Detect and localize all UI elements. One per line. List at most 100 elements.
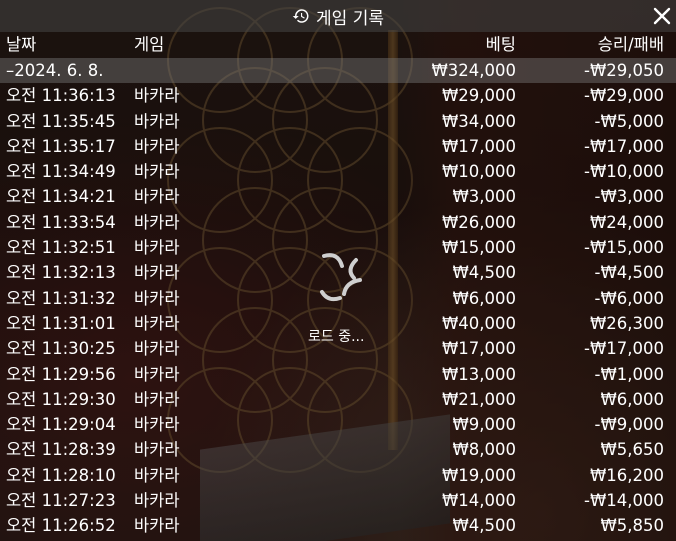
row-time: 오전 11:33:54 xyxy=(6,212,116,232)
page-title: 게임 기록 xyxy=(316,8,384,29)
table-row[interactable]: 오전 11:29:30 바카라 ₩21,000 ₩6,000 xyxy=(0,387,676,412)
row-time: 오전 11:26:52 xyxy=(6,516,116,536)
row-result: -₩3,000 xyxy=(594,187,664,207)
game-history-screen: 게임 기록 날짜 게임 베팅 승리/패배 –2024. 6. 8. ₩324,0… xyxy=(0,0,676,541)
date-group-bet-total: ₩324,000 xyxy=(431,61,516,80)
row-bet: ₩15,000 xyxy=(441,238,516,258)
row-time: 오전 11:32:51 xyxy=(6,238,116,258)
row-result: -₩15,000 xyxy=(583,238,664,258)
row-time: 오전 11:32:13 xyxy=(6,263,116,283)
column-header-result: 승리/패배 xyxy=(597,35,664,54)
row-time: 오전 11:29:04 xyxy=(6,415,116,435)
table-header-row: 날짜 게임 베팅 승리/패배 xyxy=(0,32,676,58)
row-game: 바카라 xyxy=(134,111,180,131)
row-result: -₩1,000 xyxy=(594,364,664,384)
row-result: -₩29,000 xyxy=(583,86,664,106)
row-bet: ₩9,000 xyxy=(452,415,516,435)
table-row[interactable]: 오전 11:33:54 바카라 ₩26,000 ₩24,000 xyxy=(0,210,676,235)
row-bet: ₩34,000 xyxy=(441,111,516,131)
row-result: -₩5,000 xyxy=(594,111,664,131)
table-row[interactable]: 오전 11:26:52 바카라 ₩4,500 ₩5,850 xyxy=(0,513,676,538)
loading-spinner-icon xyxy=(320,253,362,302)
table-body: 오전 11:36:13 바카라 ₩29,000 -₩29,000 오전 11:35:45… xyxy=(0,83,676,538)
row-time: 오전 11:28:39 xyxy=(6,440,116,460)
row-game: 바카라 xyxy=(134,364,180,384)
row-time: 오전 11:35:45 xyxy=(6,111,116,131)
row-game: 바카라 xyxy=(134,288,180,308)
row-time: 오전 11:36:13 xyxy=(6,86,116,106)
row-result: ₩5,850 xyxy=(600,516,664,536)
row-bet: ₩40,000 xyxy=(441,313,516,333)
row-result: ₩16,200 xyxy=(589,465,664,485)
row-time: 오전 11:34:21 xyxy=(6,187,116,207)
row-game: 바카라 xyxy=(134,162,180,182)
row-game: 바카라 xyxy=(134,440,180,460)
row-bet: ₩10,000 xyxy=(441,162,516,182)
row-result: -₩4,500 xyxy=(594,263,664,283)
close-icon[interactable] xyxy=(650,4,674,28)
table-row[interactable]: 오전 11:35:17 바카라 ₩17,000 -₩17,000 xyxy=(0,134,676,159)
column-header-game: 게임 xyxy=(134,35,165,54)
row-game: 바카라 xyxy=(134,212,180,232)
table-row[interactable]: 오전 11:34:49 바카라 ₩10,000 -₩10,000 xyxy=(0,159,676,184)
date-group-label: –2024. 6. 8. xyxy=(6,61,104,80)
row-bet: ₩17,000 xyxy=(441,136,516,156)
row-game: 바카라 xyxy=(134,389,180,409)
row-result: ₩26,300 xyxy=(589,313,664,333)
row-time: 오전 11:29:30 xyxy=(6,389,116,409)
row-bet: ₩4,500 xyxy=(452,516,516,536)
row-result: -₩17,000 xyxy=(583,339,664,359)
row-game: 바카라 xyxy=(134,491,180,511)
row-game: 바카라 xyxy=(134,187,180,207)
row-bet: ₩26,000 xyxy=(441,212,516,232)
table-row[interactable]: 오전 11:29:56 바카라 ₩13,000 -₩1,000 xyxy=(0,362,676,387)
row-result: ₩6,000 xyxy=(600,389,664,409)
row-game: 바카라 xyxy=(134,263,180,283)
date-group-result-total: -₩29,050 xyxy=(583,61,664,80)
row-game: 바카라 xyxy=(134,339,180,359)
row-result: -₩9,000 xyxy=(594,415,664,435)
row-time: 오전 11:30:25 xyxy=(6,339,116,359)
row-bet: ₩29,000 xyxy=(441,86,516,106)
row-result: -₩17,000 xyxy=(583,136,664,156)
column-header-bet: 베팅 xyxy=(485,35,516,54)
row-time: 오전 11:35:17 xyxy=(6,136,116,156)
row-time: 오전 11:34:49 xyxy=(6,162,116,182)
row-bet: ₩21,000 xyxy=(441,389,516,409)
header-bar: 게임 기록 xyxy=(0,0,676,32)
row-result: -₩6,000 xyxy=(594,288,664,308)
loading-text: 로드 중... xyxy=(308,329,365,345)
row-bet: ₩6,000 xyxy=(452,288,516,308)
history-icon xyxy=(292,9,309,23)
row-result: ₩5,650 xyxy=(600,440,664,460)
date-group-row[interactable]: –2024. 6. 8. ₩324,000 -₩29,050 xyxy=(0,58,676,84)
table-row[interactable]: 오전 11:34:21 바카라 ₩3,000 -₩3,000 xyxy=(0,184,676,209)
table-row[interactable]: 오전 11:28:39 바카라 ₩8,000 ₩5,650 xyxy=(0,437,676,462)
row-result: -₩10,000 xyxy=(583,162,664,182)
row-bet: ₩8,000 xyxy=(452,440,516,460)
row-time: 오전 11:31:32 xyxy=(6,288,116,308)
row-game: 바카라 xyxy=(134,136,180,156)
row-bet: ₩19,000 xyxy=(441,465,516,485)
table-row[interactable]: 오전 11:35:45 바카라 ₩34,000 -₩5,000 xyxy=(0,109,676,134)
row-game: 바카라 xyxy=(134,516,180,536)
row-bet: ₩4,500 xyxy=(452,263,516,283)
row-result: -₩14,000 xyxy=(583,491,664,511)
row-bet: ₩3,000 xyxy=(452,187,516,207)
row-time: 오전 11:31:01 xyxy=(6,313,116,333)
row-bet: ₩17,000 xyxy=(441,339,516,359)
table-row[interactable]: 오전 11:36:13 바카라 ₩29,000 -₩29,000 xyxy=(0,83,676,108)
table-row[interactable]: 오전 11:28:10 바카라 ₩19,000 ₩16,200 xyxy=(0,463,676,488)
row-game: 바카라 xyxy=(134,465,180,485)
table-row[interactable]: 오전 11:27:23 바카라 ₩14,000 -₩14,000 xyxy=(0,488,676,513)
row-time: 오전 11:28:10 xyxy=(6,465,116,485)
column-header-date: 날짜 xyxy=(6,35,37,54)
row-game: 바카라 xyxy=(134,313,180,333)
title-group: 게임 기록 xyxy=(292,4,384,29)
row-bet: ₩13,000 xyxy=(441,364,516,384)
row-time: 오전 11:27:23 xyxy=(6,491,116,511)
row-time: 오전 11:29:56 xyxy=(6,364,116,384)
row-game: 바카라 xyxy=(134,86,180,106)
row-bet: ₩14,000 xyxy=(441,491,516,511)
table-row[interactable]: 오전 11:29:04 바카라 ₩9,000 -₩9,000 xyxy=(0,412,676,437)
